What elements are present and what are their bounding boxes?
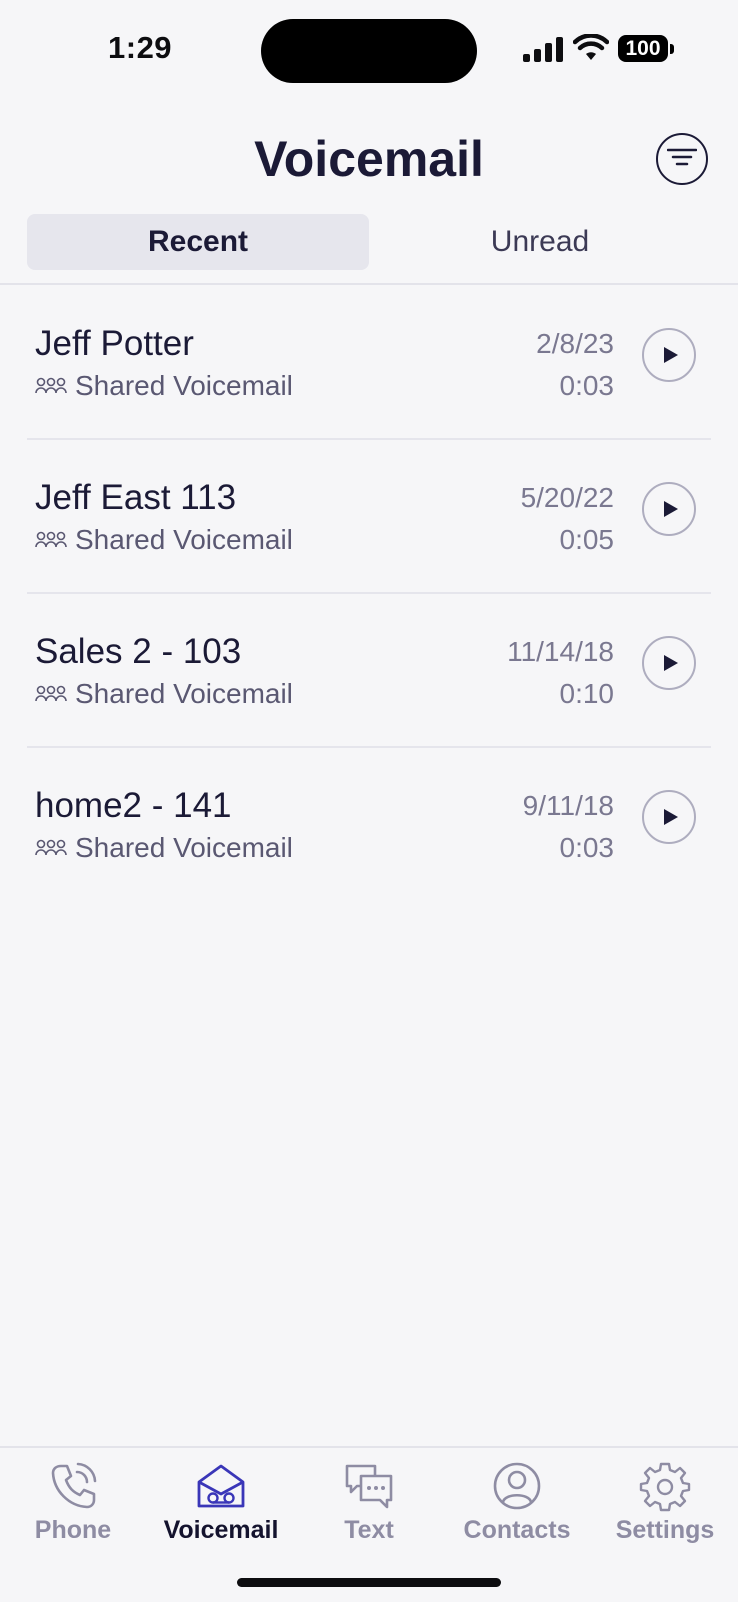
signal-icon [523,37,563,62]
caller-name: Jeff Potter [35,324,194,363]
caller-name: Sales 2 - 103 [35,632,242,671]
voicemail-type-label: Shared Voicemail [75,832,293,863]
tab-label: Phone [34,1516,112,1544]
segmented-control: Recent Unread [27,214,711,270]
voicemail-list: Jeff Potter Shared Voicemail 2/8/23 0:03 [0,286,738,902]
caller-name: Jeff East 113 [35,478,237,517]
tab-unread[interactable]: Unread [369,214,711,270]
tab-label: Settings [615,1516,715,1544]
tab-recent[interactable]: Recent [27,214,369,270]
play-button[interactable] [642,636,696,690]
play-button[interactable] [642,482,696,536]
voicemail-date: 2/8/23 [536,328,614,359]
page-title: Voicemail [254,131,484,187]
play-icon [664,501,678,517]
group-icon [35,377,67,394]
battery-level: 100 [618,35,668,62]
voicemail-type: Shared Voicemail [35,370,293,402]
voicemail-row[interactable]: Jeff East 113 Shared Voicemail 5/20/22 0… [0,440,738,594]
voicemail-duration: 0:03 [559,832,615,863]
group-icon [35,531,67,548]
phone-icon [51,1462,97,1509]
voicemail-row[interactable]: Sales 2 - 103 Shared Voicemail 11/14/18 … [0,594,738,748]
voicemail-date: 11/14/18 [507,636,614,667]
battery-icon: 100 [618,35,674,63]
play-icon [664,655,678,671]
group-icon [35,839,67,856]
tab-label: Text [344,1516,394,1544]
tab-phone[interactable]: Phone [23,1460,123,1560]
dynamic-island [261,19,477,83]
voicemail-duration: 0:10 [559,678,615,709]
voicemail-row[interactable]: home2 - 141 Shared Voicemail 9/11/18 0:0… [0,748,738,902]
tab-text[interactable]: Text [319,1460,419,1560]
voicemail-type-label: Shared Voicemail [75,370,293,401]
group-icon [35,685,67,702]
voicemail-screen: 1:29 100 Voicemail Recent Unread Jeff Po… [0,0,738,1602]
tab-voicemail[interactable]: Voicemail [156,1460,286,1560]
divider [0,283,738,285]
play-icon [664,347,678,363]
gear-icon [639,1462,691,1512]
play-button[interactable] [642,328,696,382]
home-indicator[interactable] [237,1578,501,1587]
voicemail-type: Shared Voicemail [35,832,293,864]
voicemail-type: Shared Voicemail [35,678,293,710]
voicemail-type: Shared Voicemail [35,524,293,556]
tab-contacts[interactable]: Contacts [455,1460,579,1560]
voicemail-date: 9/11/18 [522,790,614,821]
voicemail-date: 5/20/22 [520,482,614,513]
status-bar: 1:29 100 [0,0,738,100]
voicemail-icon [197,1464,245,1508]
filter-icon [667,148,697,166]
contact-icon [493,1462,541,1510]
voicemail-type-label: Shared Voicemail [75,524,293,555]
status-time: 1:29 [108,30,173,65]
tab-label: Contacts [463,1516,571,1544]
wifi-icon [573,34,609,60]
header: Voicemail Recent Unread [0,100,738,285]
voicemail-row[interactable]: Jeff Potter Shared Voicemail 2/8/23 0:03 [0,286,738,440]
play-icon [664,809,678,825]
tab-settings[interactable]: Settings [606,1460,724,1560]
chat-icon [345,1464,393,1509]
voicemail-type-label: Shared Voicemail [75,678,293,709]
tab-label: Voicemail [163,1516,279,1544]
play-button[interactable] [642,790,696,844]
filter-button[interactable] [656,133,708,185]
voicemail-duration: 0:03 [559,370,615,401]
voicemail-duration: 0:05 [559,524,615,555]
caller-name: home2 - 141 [35,786,232,825]
